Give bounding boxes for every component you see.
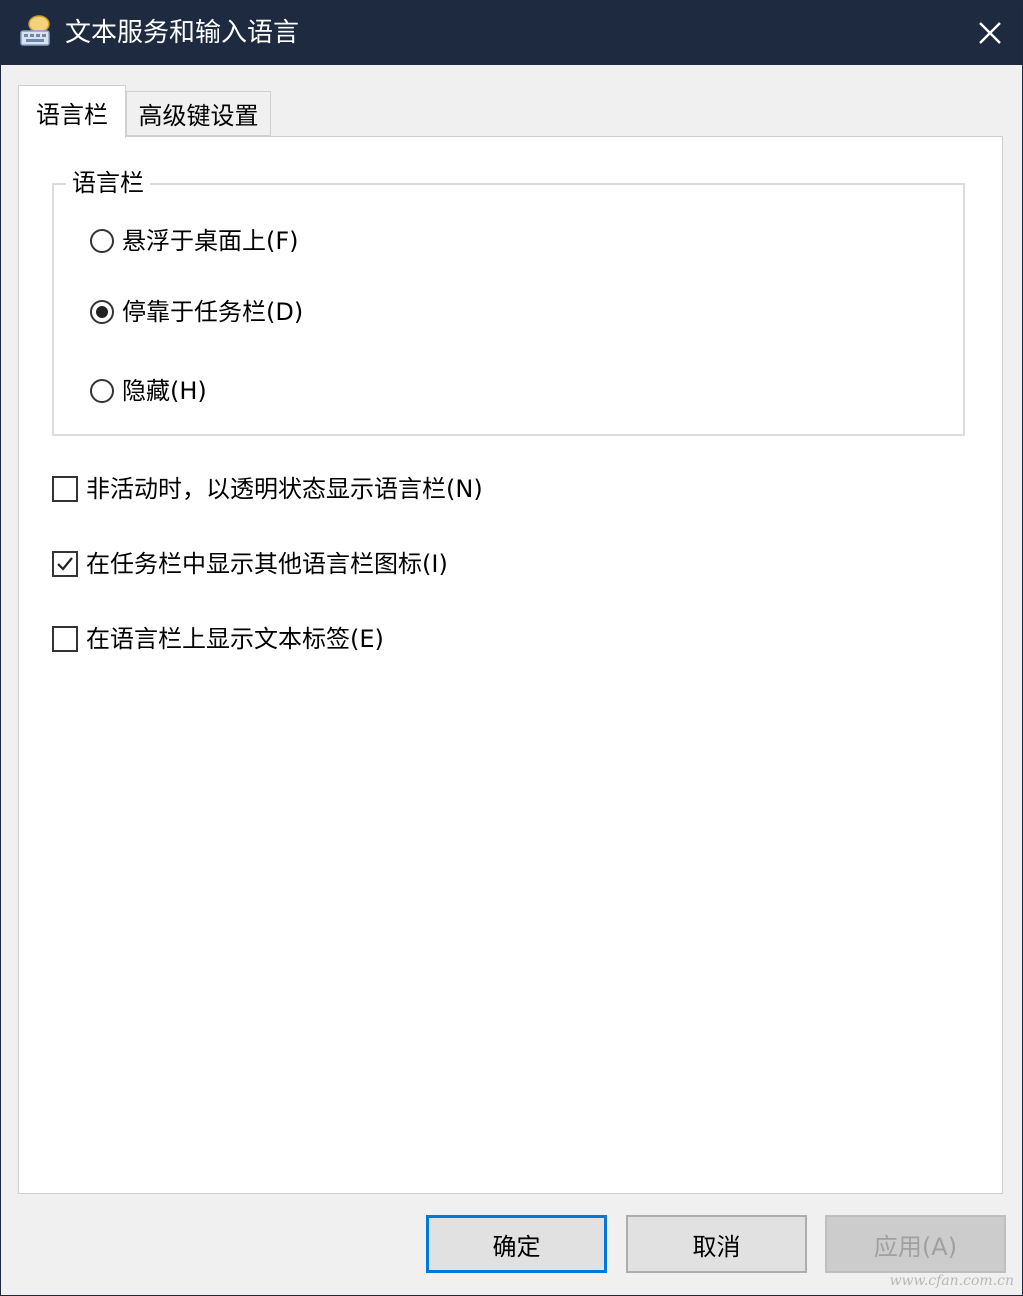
checkbox-label: 在任务栏中显示其他语言栏图标(I) bbox=[86, 550, 448, 578]
checkbox[interactable] bbox=[52, 626, 78, 652]
close-icon bbox=[979, 22, 1001, 44]
radio-dock-in-taskbar[interactable]: 停靠于任务栏(D) bbox=[90, 296, 303, 328]
ok-button[interactable]: 确定 bbox=[426, 1215, 607, 1273]
groupbox-legend: 语言栏 bbox=[66, 167, 150, 199]
checkmark-icon bbox=[57, 557, 73, 571]
checkbox-label: 在语言栏上显示文本标签(E) bbox=[86, 625, 384, 653]
radio-button-selected[interactable] bbox=[90, 300, 114, 324]
radio-hidden[interactable]: 隐藏(H) bbox=[90, 375, 207, 407]
radio-button[interactable] bbox=[90, 379, 114, 403]
cancel-button[interactable]: 取消 bbox=[626, 1215, 807, 1273]
tab-advanced-key-settings[interactable]: 高级键设置 bbox=[126, 91, 271, 136]
radio-label: 停靠于任务栏(D) bbox=[122, 298, 304, 326]
checkbox-checked[interactable] bbox=[52, 551, 78, 577]
keyboard-language-icon bbox=[20, 15, 50, 46]
checkbox-show-text-labels[interactable]: 在语言栏上显示文本标签(E) bbox=[52, 623, 384, 655]
dialog-window: 文本服务和输入语言 语言栏 高级键设置 语言栏 悬浮于桌面上(F) 停靠于任务栏… bbox=[0, 0, 1023, 1296]
watermark: www.cfan.com.cn bbox=[889, 1273, 1014, 1289]
checkbox-label: 非活动时，以透明状态显示语言栏(N) bbox=[86, 475, 483, 503]
close-button[interactable] bbox=[958, 1, 1022, 65]
title-bar[interactable]: 文本服务和输入语言 bbox=[1, 1, 1022, 65]
radio-button[interactable] bbox=[90, 229, 114, 253]
window-title: 文本服务和输入语言 bbox=[65, 18, 300, 48]
tab-panel: 语言栏 悬浮于桌面上(F) 停靠于任务栏(D) 隐藏(H) 非活动时，以透明状态… bbox=[18, 136, 1003, 1194]
radio-float-on-desktop[interactable]: 悬浮于桌面上(F) bbox=[90, 225, 299, 257]
checkbox-transparent-when-inactive[interactable]: 非活动时，以透明状态显示语言栏(N) bbox=[52, 473, 483, 505]
checkbox[interactable] bbox=[52, 476, 78, 502]
radio-label: 隐藏(H) bbox=[122, 377, 207, 405]
apply-button[interactable]: 应用(A) bbox=[825, 1215, 1006, 1273]
checkbox-show-extra-icons-in-taskbar[interactable]: 在任务栏中显示其他语言栏图标(I) bbox=[52, 548, 448, 580]
tab-language-bar[interactable]: 语言栏 bbox=[18, 85, 126, 138]
radio-label: 悬浮于桌面上(F) bbox=[122, 227, 299, 255]
language-bar-groupbox: 语言栏 悬浮于桌面上(F) 停靠于任务栏(D) 隐藏(H) bbox=[52, 167, 965, 436]
